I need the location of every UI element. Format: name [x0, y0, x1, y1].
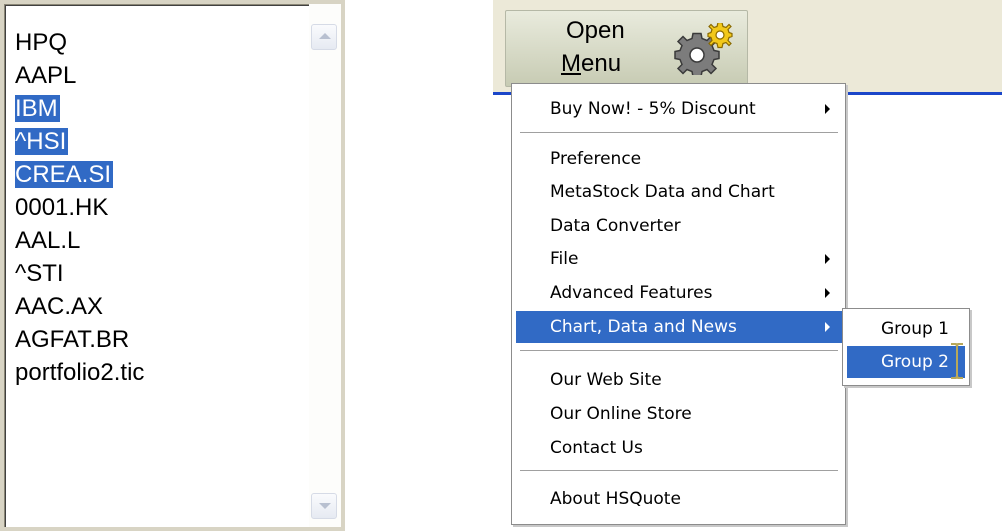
menu-item-data-converter[interactable]: Data Converter: [516, 210, 842, 242]
symbol-list: HPQ AAPL IBM ^HSI CREA.SI 0001.HK AAL.L …: [12, 26, 305, 389]
list-item[interactable]: 0001.HK: [12, 191, 305, 224]
menu-item-label: Contact Us: [550, 438, 643, 458]
submenu-item-group-2[interactable]: Group 2: [847, 346, 965, 378]
accent-divider: [846, 92, 1002, 95]
symbol-listbox[interactable]: HPQ AAPL IBM ^HSI CREA.SI 0001.HK AAL.L …: [0, 0, 345, 531]
chevron-down-icon: [319, 503, 331, 509]
list-item[interactable]: AGFAT.BR: [12, 323, 305, 356]
menu-item-label: Our Web Site: [550, 370, 662, 390]
menu-item-buy-now[interactable]: Buy Now! - 5% Discount: [516, 93, 842, 125]
list-item[interactable]: portfolio2.tic: [12, 356, 305, 389]
menu-item-online-store[interactable]: Our Online Store: [516, 398, 842, 430]
scroll-up-button[interactable]: [311, 24, 337, 50]
chevron-up-icon: [319, 33, 331, 39]
open-menu-label-line1: Open: [566, 17, 625, 44]
chevron-right-icon: [825, 288, 830, 298]
menu-item-label: Advanced Features: [550, 283, 713, 303]
context-menu: Buy Now! - 5% Discount Preference MetaSt…: [511, 83, 846, 525]
submenu-item-label: Group 1: [881, 319, 949, 339]
list-item[interactable]: ^HSI: [12, 125, 305, 158]
menu-item-preference[interactable]: Preference: [516, 143, 842, 175]
menu-item-label: About HSQuote: [550, 489, 681, 509]
submenu-item-label: Group 2: [881, 352, 949, 372]
scroll-down-button[interactable]: [311, 493, 337, 519]
menu-item-label: Chart, Data and News: [550, 317, 737, 337]
menu-separator: [520, 470, 838, 472]
menu-item-advanced-features[interactable]: Advanced Features: [516, 277, 842, 309]
menu-item-about[interactable]: About HSQuote: [516, 483, 842, 515]
accent-divider: [493, 92, 511, 95]
ibeam-cursor-icon: [951, 343, 963, 379]
list-item[interactable]: AAPL: [12, 59, 305, 92]
open-menu-button[interactable]: Open Menu: [505, 10, 748, 87]
menu-separator: [520, 132, 838, 134]
mnemonic-letter: M: [561, 50, 581, 77]
menu-item-file[interactable]: File: [516, 243, 842, 275]
list-item[interactable]: HPQ: [12, 26, 305, 59]
list-item[interactable]: AAC.AX: [12, 290, 305, 323]
submenu-item-group-1[interactable]: Group 1: [847, 313, 965, 345]
menu-item-chart-data-news[interactable]: Chart, Data and News: [516, 311, 842, 343]
menu-item-label: Our Online Store: [550, 404, 692, 424]
menu-item-metastock[interactable]: MetaStock Data and Chart: [516, 176, 842, 208]
menu-item-label: Data Converter: [550, 216, 681, 236]
menu-item-label: File: [550, 249, 579, 269]
open-menu-label-line2: Menu: [561, 49, 621, 79]
list-item[interactable]: ^STI: [12, 257, 305, 290]
menu-item-contact-us[interactable]: Contact Us: [516, 432, 842, 464]
open-menu-label-rest: enu: [581, 50, 622, 77]
list-item[interactable]: IBM: [12, 92, 305, 125]
menu-item-label: Buy Now! - 5% Discount: [550, 99, 756, 119]
chevron-right-icon: [825, 322, 830, 332]
chevron-right-icon: [825, 254, 830, 264]
menu-item-label: Preference: [550, 149, 642, 169]
chevron-right-icon: [825, 104, 830, 114]
vertical-scrollbar[interactable]: [309, 4, 341, 527]
list-item[interactable]: AAL.L: [12, 224, 305, 257]
menu-separator: [520, 350, 838, 352]
gear-icon: [674, 23, 733, 75]
list-item[interactable]: CREA.SI: [12, 158, 305, 191]
menu-item-web-site[interactable]: Our Web Site: [516, 364, 842, 396]
menu-item-label: MetaStock Data and Chart: [550, 182, 775, 202]
